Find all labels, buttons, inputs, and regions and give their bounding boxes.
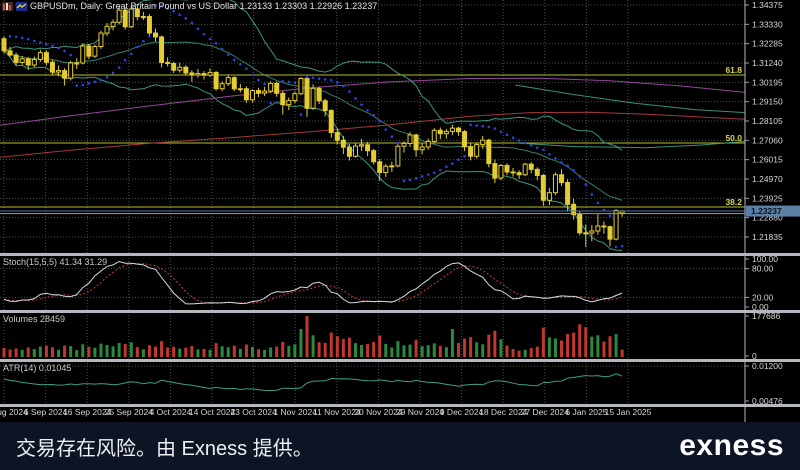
- svg-text:29 Nov 2024: 29 Nov 2024: [396, 407, 444, 417]
- svg-text:177686: 177686: [752, 311, 781, 321]
- svg-text:0.01200: 0.01200: [752, 361, 783, 371]
- svg-text:9 Dec 2024: 9 Dec 2024: [440, 407, 484, 417]
- svg-text:1.33330: 1.33330: [752, 19, 783, 29]
- svg-text:27 Dec 2024: 27 Dec 2024: [521, 407, 569, 417]
- date-axis: 28 Aug 20246 Sep 202416 Sep 202425 Sep 2…: [0, 407, 652, 417]
- svg-text:1.27060: 1.27060: [752, 135, 783, 145]
- exness-logo: exness: [679, 431, 784, 461]
- svg-text:25 Sep 2024: 25 Sep 2024: [105, 407, 153, 417]
- current-price-tag: 1.23237: [746, 206, 800, 217]
- svg-text:61.8: 61.8: [725, 65, 742, 75]
- svg-text:1.30195: 1.30195: [752, 77, 783, 87]
- svg-text:20.00: 20.00: [752, 292, 774, 302]
- svg-text:1.23237: 1.23237: [751, 206, 782, 216]
- svg-text:1.28105: 1.28105: [752, 116, 783, 126]
- svg-text:0.00476: 0.00476: [752, 396, 783, 406]
- svg-text:1.29150: 1.29150: [752, 97, 783, 107]
- svg-text:0: 0: [752, 351, 757, 361]
- svg-text:1.26015: 1.26015: [752, 155, 783, 165]
- svg-text:1.23925: 1.23925: [752, 193, 783, 203]
- svg-text:1.24970: 1.24970: [752, 174, 783, 184]
- svg-text:1.21835: 1.21835: [752, 232, 783, 242]
- svg-text:1.31240: 1.31240: [752, 58, 783, 68]
- svg-text:4 Oct 2024: 4 Oct 2024: [150, 407, 192, 417]
- risk-disclaimer: 交易存在风险。由 Exness 提供。: [16, 432, 313, 461]
- svg-text:15 Jan 2025: 15 Jan 2025: [605, 407, 652, 417]
- chart-canvas[interactable]: 61.850.038.21.343751.333301.322851.31240…: [0, 0, 800, 422]
- footer-bar: 交易存在风险。由 Exness 提供。 exness: [0, 422, 800, 470]
- svg-text:38.2: 38.2: [725, 197, 742, 207]
- svg-text:6 Sep 2024: 6 Sep 2024: [24, 407, 68, 417]
- svg-text:23 Oct 2024: 23 Oct 2024: [230, 407, 277, 417]
- svg-text:80.00: 80.00: [752, 264, 774, 274]
- svg-text:1.32285: 1.32285: [752, 39, 783, 49]
- trading-terminal: 61.850.038.21.343751.333301.322851.31240…: [0, 0, 800, 470]
- svg-text:6 Jan 2025: 6 Jan 2025: [565, 407, 607, 417]
- svg-text:100.00: 100.00: [752, 254, 778, 264]
- svg-text:14 Oct 2024: 14 Oct 2024: [189, 407, 236, 417]
- svg-text:1 Nov 2024: 1 Nov 2024: [273, 407, 317, 417]
- svg-text:1.34375: 1.34375: [752, 0, 783, 10]
